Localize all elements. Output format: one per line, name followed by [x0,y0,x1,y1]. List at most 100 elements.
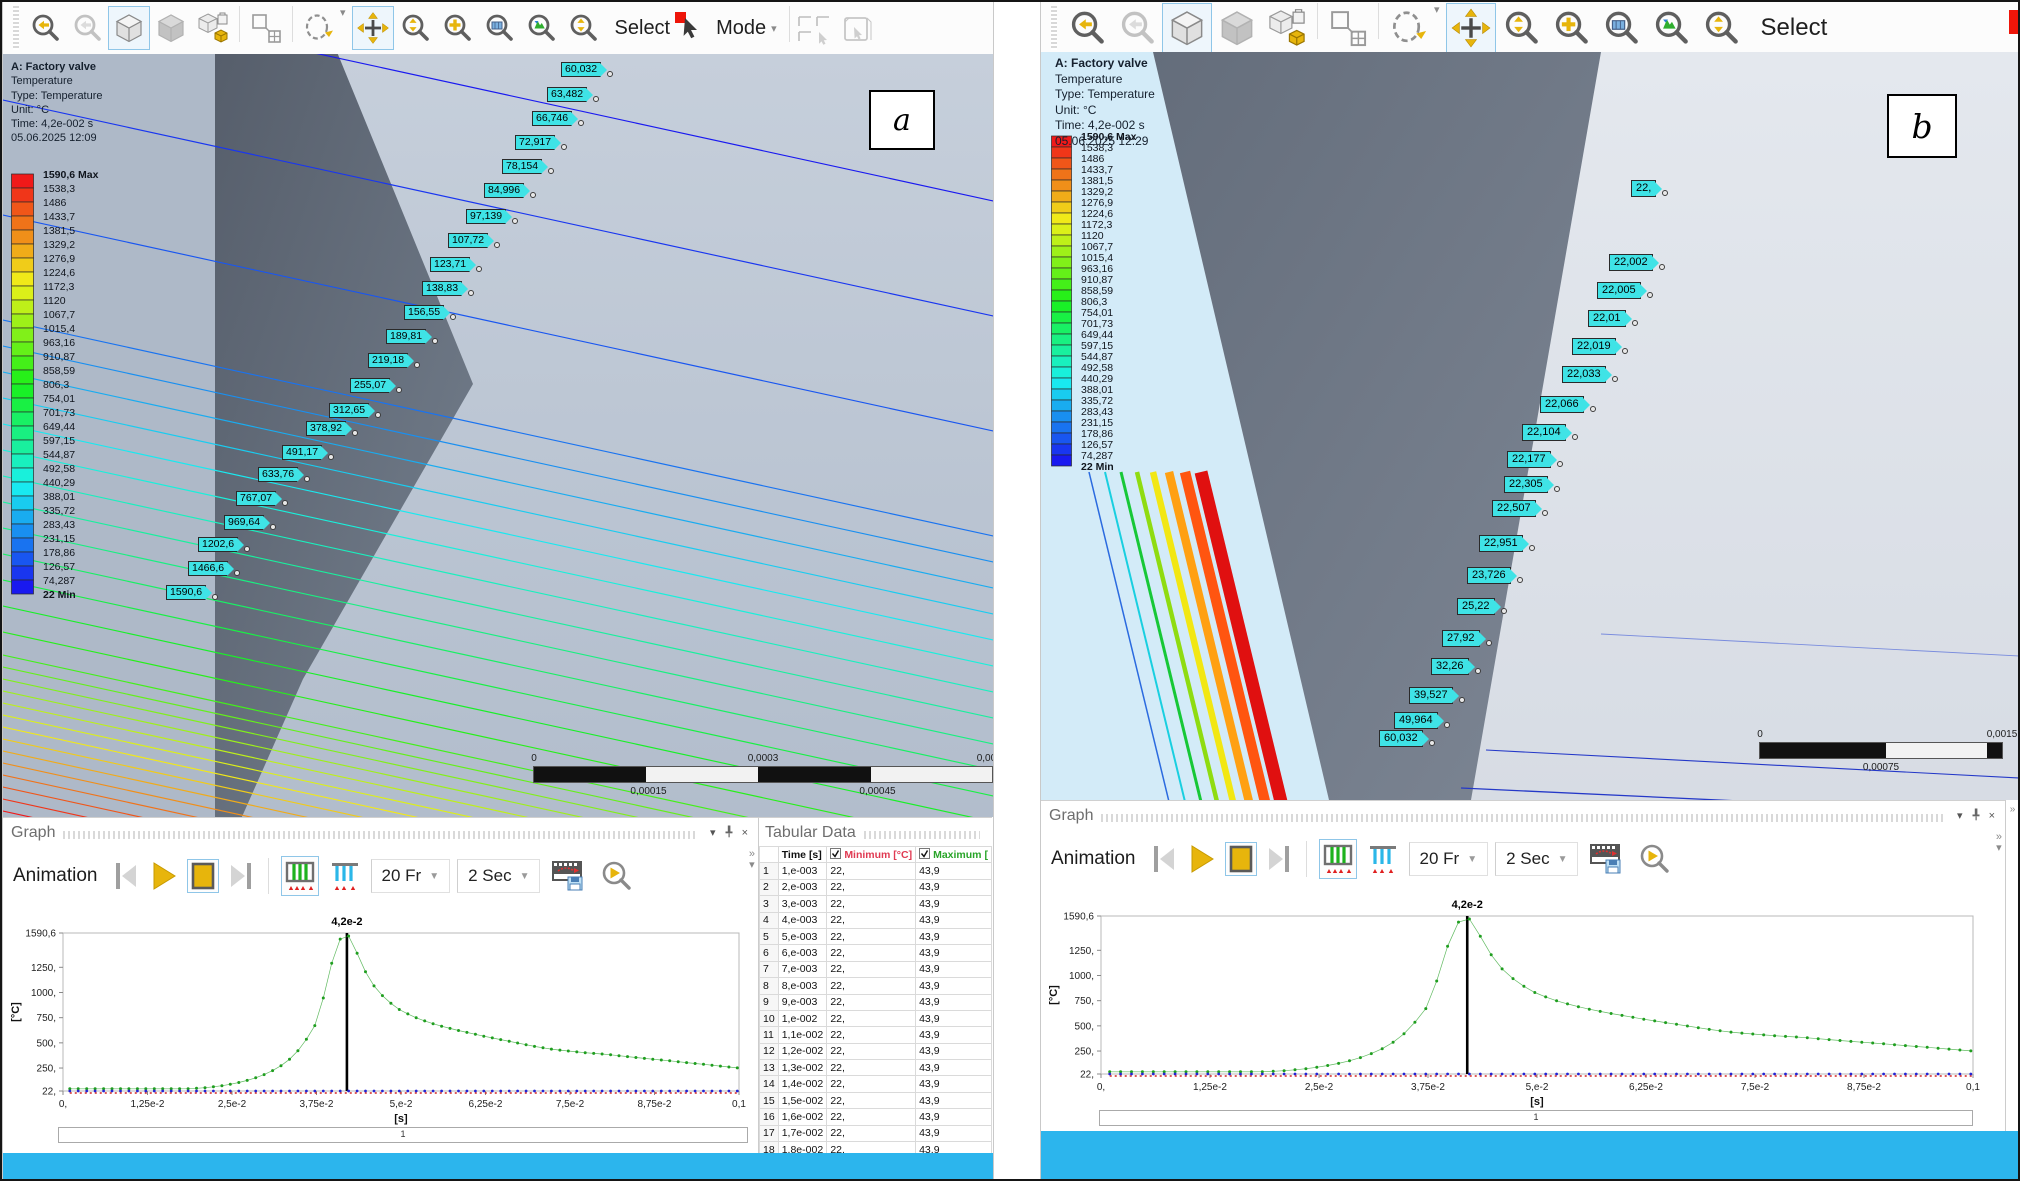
temperature-probe-label[interactable]: 22,507 [1492,500,1536,517]
split-window-icon[interactable] [245,6,287,50]
result-sets-button[interactable] [281,856,319,896]
temperature-probe-label[interactable]: 22,104 [1522,424,1566,441]
dropdown-caret-icon[interactable]: ▾ [340,6,346,50]
time-cell[interactable]: 1,1e-002 [778,1027,827,1043]
zoom-extents-icon[interactable] [1646,3,1696,53]
dropdown-caret-icon[interactable]: ▾ [1434,3,1440,53]
time-column-header[interactable]: Time [s] [778,847,827,863]
time-cell[interactable]: 1,5e-002 [778,1092,827,1108]
temperature-probe-label[interactable]: 969,64 [224,515,264,530]
temperature-probe-label[interactable]: 767,07 [236,491,276,506]
time-slider[interactable]: 1 [58,1127,748,1143]
temperature-probe-label[interactable]: 66,746 [532,111,572,126]
temperature-probe-label[interactable]: 255,07 [350,378,390,393]
table-row[interactable]: 111,1e-00222,43,9 [760,1027,992,1043]
mode-button[interactable]: Mode [716,17,766,40]
stop-button[interactable] [1225,842,1257,876]
zoom-next-icon[interactable] [66,6,108,50]
minimum-cell[interactable]: 22, [827,1109,916,1125]
zoom-previous-icon[interactable] [24,6,66,50]
time-cell[interactable]: 1,6e-002 [778,1109,827,1125]
seconds-dropdown[interactable]: 2 Sec▼ [1495,842,1578,876]
time-cell[interactable]: 9,e-003 [778,994,827,1010]
table-row[interactable]: 121,2e-00222,43,9 [760,1043,992,1059]
minimum-cell[interactable]: 22, [827,912,916,928]
time-cell[interactable]: 6,e-003 [778,945,827,961]
maximum-cell[interactable]: 43,9 [916,1010,992,1026]
collapsed-tabular-strip[interactable]: » [2005,800,2019,1135]
maximum-cell[interactable]: 43,9 [916,912,992,928]
maximum-cell[interactable]: 43,9 [916,1109,992,1125]
maximum-cell[interactable]: 43,9 [916,978,992,994]
minimum-cell[interactable]: 22, [827,1027,916,1043]
table-row[interactable]: 77,e-00322,43,9 [760,961,992,977]
maximum-cell[interactable]: 43,9 [916,994,992,1010]
shaded-view-icon[interactable] [1212,3,1262,53]
model-viewport[interactable]: A: Factory valveTemperatureType: Tempera… [1041,52,2019,800]
time-cell[interactable]: 2,e-003 [778,879,827,895]
export-video-button[interactable] [1585,839,1627,879]
zoom-next-icon[interactable] [1112,3,1162,53]
time-cell[interactable]: 1,7e-002 [778,1125,827,1141]
result-sets-button[interactable] [1319,839,1357,879]
temperature-probe-label[interactable]: 60,032 [1379,730,1423,747]
time-cell[interactable]: 1,3e-002 [778,1060,827,1076]
minimum-cell[interactable]: 22, [827,994,916,1010]
toolbar-grip[interactable] [13,6,19,50]
rotate-icon[interactable] [1384,3,1434,53]
table-row[interactable]: 99,e-00322,43,9 [760,994,992,1010]
collapse-chevrons-icon[interactable]: »▾ [1996,832,2002,854]
pane-pin-icon[interactable] [1971,808,1981,824]
play-button[interactable] [1186,841,1218,877]
maximum-cell[interactable]: 43,9 [916,1092,992,1108]
maximum-cell[interactable]: 43,9 [916,863,992,879]
zoom-box-icon[interactable] [1496,3,1546,53]
temperature-probe-label[interactable]: 60,032 [561,62,601,77]
table-row[interactable]: 131,3e-00222,43,9 [760,1060,992,1076]
temperature-probe-label[interactable]: 491,17 [282,445,322,460]
temperature-probe-label[interactable]: 138,83 [422,281,462,296]
minimum-cell[interactable]: 22, [827,928,916,944]
step-last-button[interactable] [226,858,256,894]
minimum-cell[interactable]: 22, [827,1010,916,1026]
minimum-cell[interactable]: 22, [827,879,916,895]
temperature-probe-label[interactable]: 189,81 [386,329,426,344]
temperature-probe-label[interactable]: 1590,6 [166,585,206,600]
model-viewport[interactable]: A: Factory valveTemperatureType: Tempera… [3,54,993,817]
temperature-probe-label[interactable]: 22,002 [1609,254,1653,271]
temperature-probe-label[interactable]: 22,033 [1562,366,1606,383]
step-last-button[interactable] [1264,841,1294,877]
zoom-in-icon[interactable] [436,6,478,50]
maximum-cell[interactable]: 43,9 [916,1060,992,1076]
maximum-cell[interactable]: 43,9 [916,1076,992,1092]
zoom-refit-icon[interactable] [1696,3,1746,53]
minimum-cell[interactable]: 22, [827,978,916,994]
maximum-cell[interactable]: 43,9 [916,1125,992,1141]
table-row[interactable]: 101,e-00222,43,9 [760,1010,992,1026]
temperature-probe-label[interactable]: 1202,6 [198,537,238,552]
time-cell[interactable]: 1,e-002 [778,1010,827,1026]
temperature-probe-label[interactable]: 22,305 [1504,476,1548,493]
isometric-view-icon[interactable] [108,6,150,50]
temperature-probe-label[interactable]: 22,005 [1597,282,1641,299]
temperature-probe-label[interactable]: 72,917 [515,135,555,150]
temperature-probe-label[interactable]: 156,55 [404,305,444,320]
temperature-probe-label[interactable]: 378,92 [306,421,346,436]
zoom-box-icon[interactable] [394,6,436,50]
minimum-cell[interactable]: 22, [827,1043,916,1059]
temperature-probe-label[interactable]: 39,527 [1409,687,1453,704]
maximum-cell[interactable]: 43,9 [916,896,992,912]
temperature-probe-label[interactable]: 107,72 [448,233,488,248]
table-row[interactable]: 66,e-00322,43,9 [760,945,992,961]
maximum-cell[interactable]: 43,9 [916,879,992,895]
temperature-probe-label[interactable]: 27,92 [1442,630,1480,647]
shaded-view-icon[interactable] [150,6,192,50]
isometric-view-icon[interactable] [1162,3,1212,53]
step-first-button[interactable] [111,858,141,894]
time-cell[interactable]: 5,e-003 [778,928,827,944]
table-row[interactable]: 141,4e-00222,43,9 [760,1076,992,1092]
select-button[interactable]: Select [1761,14,1828,42]
minimum-cell[interactable]: 22, [827,1092,916,1108]
temperature-probe-label[interactable]: 25,22 [1457,598,1495,615]
stop-button[interactable] [187,859,219,893]
